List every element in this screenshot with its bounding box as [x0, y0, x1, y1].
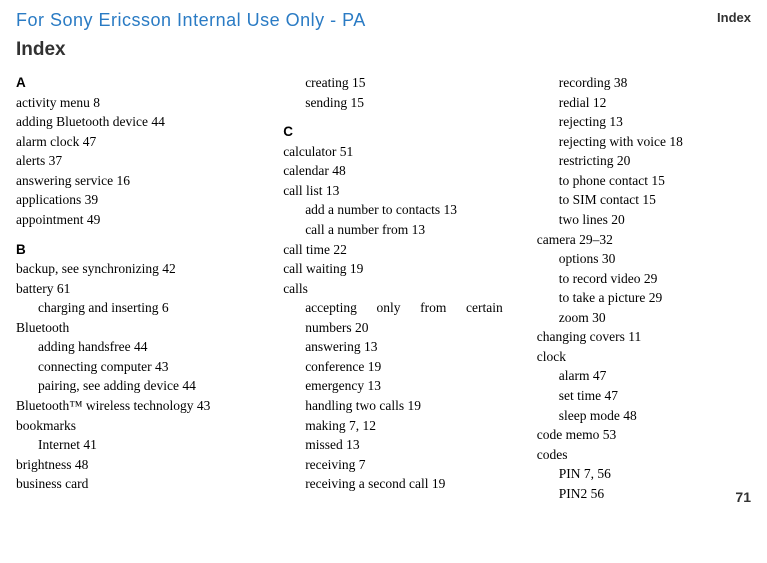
index-entry: codes [537, 445, 751, 465]
index-subentry: Internet 41 [16, 435, 283, 455]
index-heading: Index [16, 39, 751, 61]
index-entry: appointment 49 [16, 210, 283, 230]
index-subentry: PIN2 56 [537, 484, 751, 504]
index-subentry: recording 38 [537, 73, 751, 93]
index-subentry: set time 47 [537, 386, 751, 406]
index-entry: battery 61 [16, 279, 283, 299]
index-subentry: making 7, 12 [283, 416, 533, 436]
index-entry: call time 22 [283, 240, 533, 260]
index-subentry: PIN 7, 56 [537, 464, 751, 484]
index-entry: answering service 16 [16, 171, 283, 191]
section-letter-c: C [283, 122, 533, 142]
index-subentry: options 30 [537, 249, 751, 269]
index-subentry: two lines 20 [537, 210, 751, 230]
index-entry: camera 29–32 [537, 230, 751, 250]
index-entry: alarm clock 47 [16, 132, 283, 152]
index-columns: A activity menu 8 adding Bluetooth devic… [16, 73, 751, 503]
index-entry: changing covers 11 [537, 327, 751, 347]
index-entry: call list 13 [283, 181, 533, 201]
index-entry: Bluetooth™ wireless technology 43 [16, 396, 283, 416]
index-entry: calendar 48 [283, 161, 533, 181]
index-subentry: restricting 20 [537, 151, 751, 171]
index-subentry: sending 15 [283, 93, 533, 113]
index-subentry: to take a picture 29 [537, 288, 751, 308]
index-subentry: accepting only from certain numbers 20 [283, 298, 533, 337]
index-subentry: handling two calls 19 [283, 396, 533, 416]
index-subentry: receiving 7 [283, 455, 533, 475]
index-entry: activity menu 8 [16, 93, 283, 113]
index-subentry: creating 15 [283, 73, 533, 93]
page-number: 71 [735, 489, 751, 505]
column-3: recording 38 redial 12 rejecting 13 reje… [533, 73, 751, 503]
section-letter-b: B [16, 240, 283, 260]
index-subentry: conference 19 [283, 357, 533, 377]
index-subentry: emergency 13 [283, 376, 533, 396]
page-label: Index [717, 10, 751, 25]
index-subentry: pairing, see adding device 44 [16, 376, 283, 396]
index-entry: clock [537, 347, 751, 367]
index-subentry: missed 13 [283, 435, 533, 455]
index-entry: calculator 51 [283, 142, 533, 162]
index-entry: adding Bluetooth device 44 [16, 112, 283, 132]
index-subentry: receiving a second call 19 [283, 474, 533, 494]
index-entry: calls [283, 279, 533, 299]
index-subentry: call a number from 13 [283, 220, 533, 240]
index-entry: brightness 48 [16, 455, 283, 475]
section-letter-a: A [16, 73, 283, 93]
index-subentry: connecting computer 43 [16, 357, 283, 377]
index-subentry: rejecting with voice 18 [537, 132, 751, 152]
index-subentry: add a number to contacts 13 [283, 200, 533, 220]
index-subentry: to SIM contact 15 [537, 190, 751, 210]
index-entry: call waiting 19 [283, 259, 533, 279]
index-subentry: adding handsfree 44 [16, 337, 283, 357]
index-subentry: charging and inserting 6 [16, 298, 283, 318]
index-subentry: zoom 30 [537, 308, 751, 328]
column-1: A activity menu 8 adding Bluetooth devic… [16, 73, 283, 503]
index-entry: code memo 53 [537, 425, 751, 445]
index-subentry: sleep mode 48 [537, 406, 751, 426]
index-subentry: to phone contact 15 [537, 171, 751, 191]
index-subentry: rejecting 13 [537, 112, 751, 132]
index-subentry: to record video 29 [537, 269, 751, 289]
index-subentry: alarm 47 [537, 366, 751, 386]
index-entry: backup, see synchronizing 42 [16, 259, 283, 279]
index-subentry: redial 12 [537, 93, 751, 113]
index-entry: applications 39 [16, 190, 283, 210]
index-entry: business card [16, 474, 283, 494]
index-entry: bookmarks [16, 416, 283, 436]
index-subentry: answering 13 [283, 337, 533, 357]
internal-use-banner: For Sony Ericsson Internal Use Only - PA [16, 10, 751, 31]
index-entry: alerts 37 [16, 151, 283, 171]
index-entry: Bluetooth [16, 318, 283, 338]
column-2: creating 15 sending 15 C calculator 51 c… [283, 73, 533, 503]
